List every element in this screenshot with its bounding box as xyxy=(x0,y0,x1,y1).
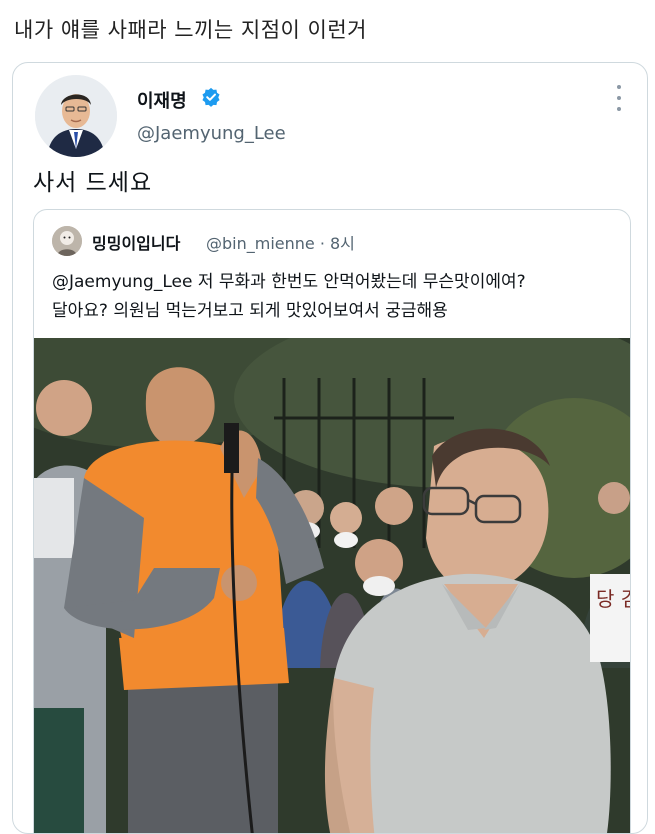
author-name[interactable]: 이재명 xyxy=(137,87,187,113)
quoted-text-line-2: 달아요? 의원님 먹는거보고 되게 맛있어보여서 궁금해용 xyxy=(52,301,448,321)
tweet-card[interactable]: 이재명 @Jaemyung_Lee 사서 드세요 밍밍이입니다 @bin_mie… xyxy=(12,62,648,834)
quoted-author-handle[interactable]: @bin_mienne · 8시 xyxy=(206,230,355,254)
verified-badge-icon xyxy=(202,87,220,107)
quoted-tweet-text: @Jaemyung_Lee 저 무화과 한번도 안먹어봤는데 무슨맛이에여? 달… xyxy=(52,268,622,326)
more-options-icon[interactable] xyxy=(615,85,623,111)
post-caption: 내가 얘를 사패라 느끼는 지점이 이런거 xyxy=(14,18,367,42)
quoted-author-name[interactable]: 밍밍이입니다 xyxy=(92,230,180,254)
tweet-text: 사서 드세요 xyxy=(33,170,153,196)
protest-sign-text: 당 검 xyxy=(596,587,630,611)
quoted-tweet-photo[interactable]: 당 검 xyxy=(34,308,630,833)
quoted-author-avatar[interactable] xyxy=(52,226,82,256)
author-handle[interactable]: @Jaemyung_Lee xyxy=(137,123,286,144)
quoted-tweet[interactable]: 밍밍이입니다 @bin_mienne · 8시 @Jaemyung_Lee 저 … xyxy=(33,209,631,833)
author-avatar[interactable] xyxy=(35,75,117,157)
quoted-text-line-1: @Jaemyung_Lee 저 무화과 한번도 안먹어봤는데 무슨맛이에여? xyxy=(52,272,526,292)
